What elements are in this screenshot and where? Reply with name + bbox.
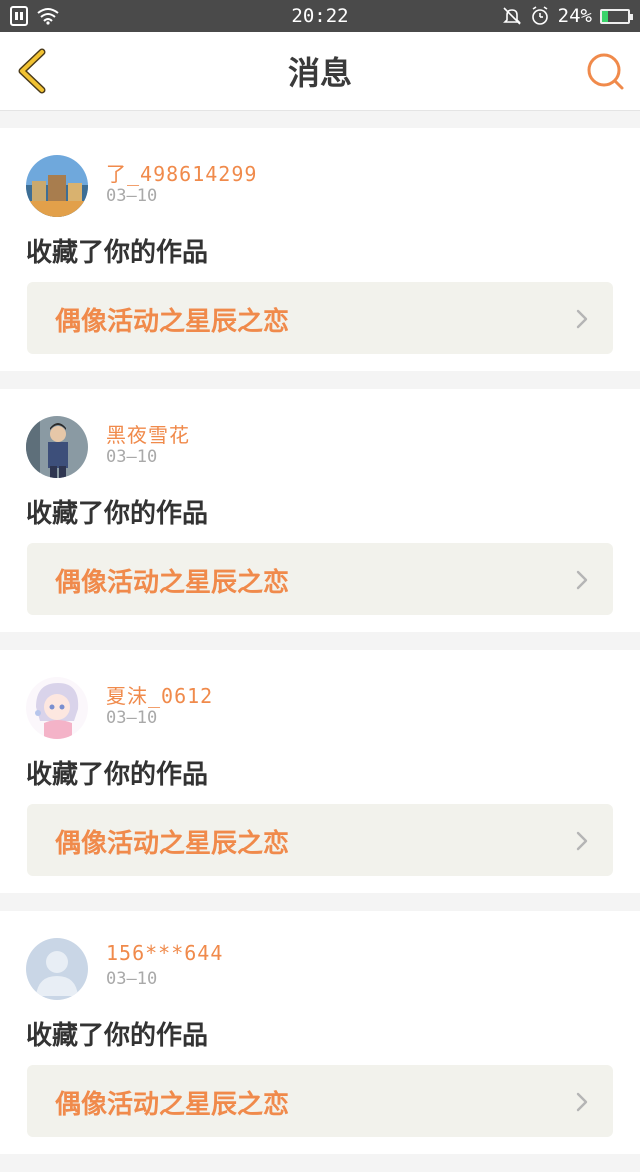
work-link[interactable]: 偶像活动之星辰之恋 xyxy=(27,804,613,876)
notification-date: 03—10 xyxy=(106,708,158,728)
chevron-right-icon xyxy=(576,1092,588,1112)
notification-action: 收藏了你的作品 xyxy=(26,499,209,529)
work-link[interactable]: 偶像活动之星辰之恋 xyxy=(27,282,613,354)
notification-card: 156***644 03—10 收藏了你的作品 偶像活动之星辰之恋 xyxy=(0,911,640,1154)
avatar[interactable] xyxy=(26,677,88,739)
username[interactable]: 156***644 xyxy=(106,941,223,965)
work-title: 偶像活动之星辰之恋 xyxy=(55,829,290,859)
battery-icon xyxy=(600,8,633,24)
notification-action: 收藏了你的作品 xyxy=(26,1021,209,1051)
username[interactable]: 夏沫_0612 xyxy=(106,680,213,709)
notification-date: 03—10 xyxy=(106,447,158,467)
search-icon[interactable] xyxy=(584,50,626,92)
status-left xyxy=(10,6,60,26)
chevron-left-icon[interactable] xyxy=(14,48,54,94)
work-title: 偶像活动之星辰之恋 xyxy=(55,568,290,598)
notification-card: 夏沫_0612 03—10 收藏了你的作品 偶像活动之星辰之恋 xyxy=(0,650,640,893)
battery-level xyxy=(602,10,609,22)
mute-icon xyxy=(502,7,521,25)
avatar[interactable] xyxy=(26,416,88,478)
sim-icon xyxy=(10,6,28,26)
username[interactable]: 黑夜雪花 xyxy=(106,419,190,448)
battery-percent: 24% xyxy=(557,5,592,27)
notification-list: 了_498614299 03—10 收藏了你的作品 偶像活动之星辰之恋 黑夜雪花… xyxy=(0,128,640,1172)
nav-bar: 消息 xyxy=(0,32,640,111)
notification-date: 03—10 xyxy=(106,186,158,206)
notification-action: 收藏了你的作品 xyxy=(26,760,209,790)
status-bar: 20:22 24% xyxy=(0,0,640,32)
chevron-right-icon xyxy=(576,570,588,590)
notification-card: 黑夜雪花 03—10 收藏了你的作品 偶像活动之星辰之恋 xyxy=(0,389,640,632)
work-link[interactable]: 偶像活动之星辰之恋 xyxy=(27,1065,613,1137)
wifi-icon xyxy=(37,8,59,25)
status-right: 24% xyxy=(502,5,633,27)
notification-card: 了_498614299 03—10 收藏了你的作品 偶像活动之星辰之恋 xyxy=(0,128,640,371)
work-title: 偶像活动之星辰之恋 xyxy=(55,1090,290,1120)
alarm-icon xyxy=(531,6,548,25)
work-link[interactable]: 偶像活动之星辰之恋 xyxy=(27,543,613,615)
username[interactable]: 了_498614299 xyxy=(106,158,257,187)
notification-action: 收藏了你的作品 xyxy=(26,238,209,268)
work-title: 偶像活动之星辰之恋 xyxy=(55,307,290,337)
chevron-right-icon xyxy=(576,309,588,329)
chevron-right-icon xyxy=(576,831,588,851)
avatar[interactable] xyxy=(26,938,88,1000)
notification-date: 03—10 xyxy=(106,969,158,989)
avatar[interactable] xyxy=(26,155,88,217)
page-title: 消息 xyxy=(287,54,352,92)
